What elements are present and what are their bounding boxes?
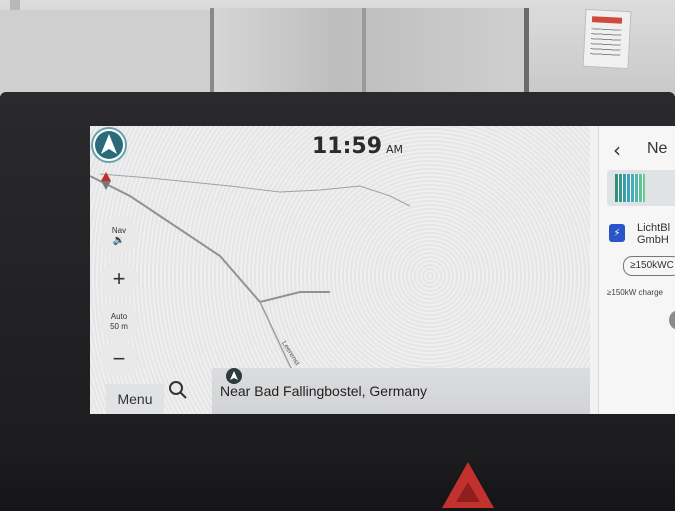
location-arrow-icon — [226, 368, 242, 384]
chevron-left-icon[interactable]: ‹ — [613, 138, 621, 162]
charger-thumbnail — [615, 174, 645, 202]
power-badge: ≥150kWC — [623, 256, 675, 276]
map-view[interactable]: 11:59 AM Nav 🔉 + Auto 50 m − Leerenst Me… — [90, 126, 590, 414]
garage-door — [210, 8, 529, 96]
zoom-in-button[interactable]: + — [100, 262, 138, 296]
compass-icon[interactable] — [98, 170, 114, 192]
door-gap — [362, 8, 366, 96]
panel-title: Ne — [647, 140, 668, 157]
provider-row[interactable]: ⚡ LichtBl GmbH — [609, 222, 675, 256]
auto-label: Auto — [110, 312, 128, 321]
current-location-bar[interactable]: Near Bad Fallingbostel, Germany — [212, 368, 590, 414]
hazard-button[interactable] — [442, 462, 494, 508]
clock: 11:59 AM — [312, 134, 403, 159]
scale-label: 50 m — [110, 322, 128, 331]
wall-panel — [0, 10, 210, 96]
charging-station-panel: ‹ Ne ⚡ LichtBl GmbH ≥150kWC ≥150kW charg… — [598, 126, 675, 414]
charger-detail: ≥150kW charge — [607, 288, 663, 297]
location-text: Near Bad Fallingbostel, Germany — [220, 383, 427, 399]
auto-scale-button[interactable]: Auto 50 m — [100, 302, 138, 342]
charging-plug-icon: ⚡ — [609, 224, 625, 242]
search-button[interactable] — [168, 380, 204, 414]
nav-volume-button[interactable]: Nav 🔉 — [100, 218, 138, 254]
map-sidebar: Nav 🔉 + Auto 50 m − — [98, 170, 138, 380]
background-wall — [0, 0, 675, 96]
vehicle-position-icon — [91, 127, 127, 163]
map-bottom-bar: Menu Near Bad Fallingbostel, Germany — [90, 368, 590, 414]
station-image — [607, 170, 675, 206]
speaker-icon: 🔉 — [112, 235, 126, 246]
panel-header: ‹ Ne — [599, 136, 675, 164]
clock-ampm: AM — [386, 143, 404, 156]
clock-time: 11:59 — [312, 134, 383, 159]
menu-button[interactable]: Menu — [106, 384, 164, 414]
infotainment-screen: 11:59 AM Nav 🔉 + Auto 50 m − Leerenst Me… — [90, 126, 675, 414]
wall-notice — [582, 8, 632, 70]
dashboard-lower — [0, 440, 675, 511]
nav-label: Nav — [111, 226, 127, 235]
search-icon — [169, 381, 187, 399]
panel-action-button[interactable] — [669, 310, 675, 330]
provider-name: LichtBl GmbH — [637, 222, 671, 246]
